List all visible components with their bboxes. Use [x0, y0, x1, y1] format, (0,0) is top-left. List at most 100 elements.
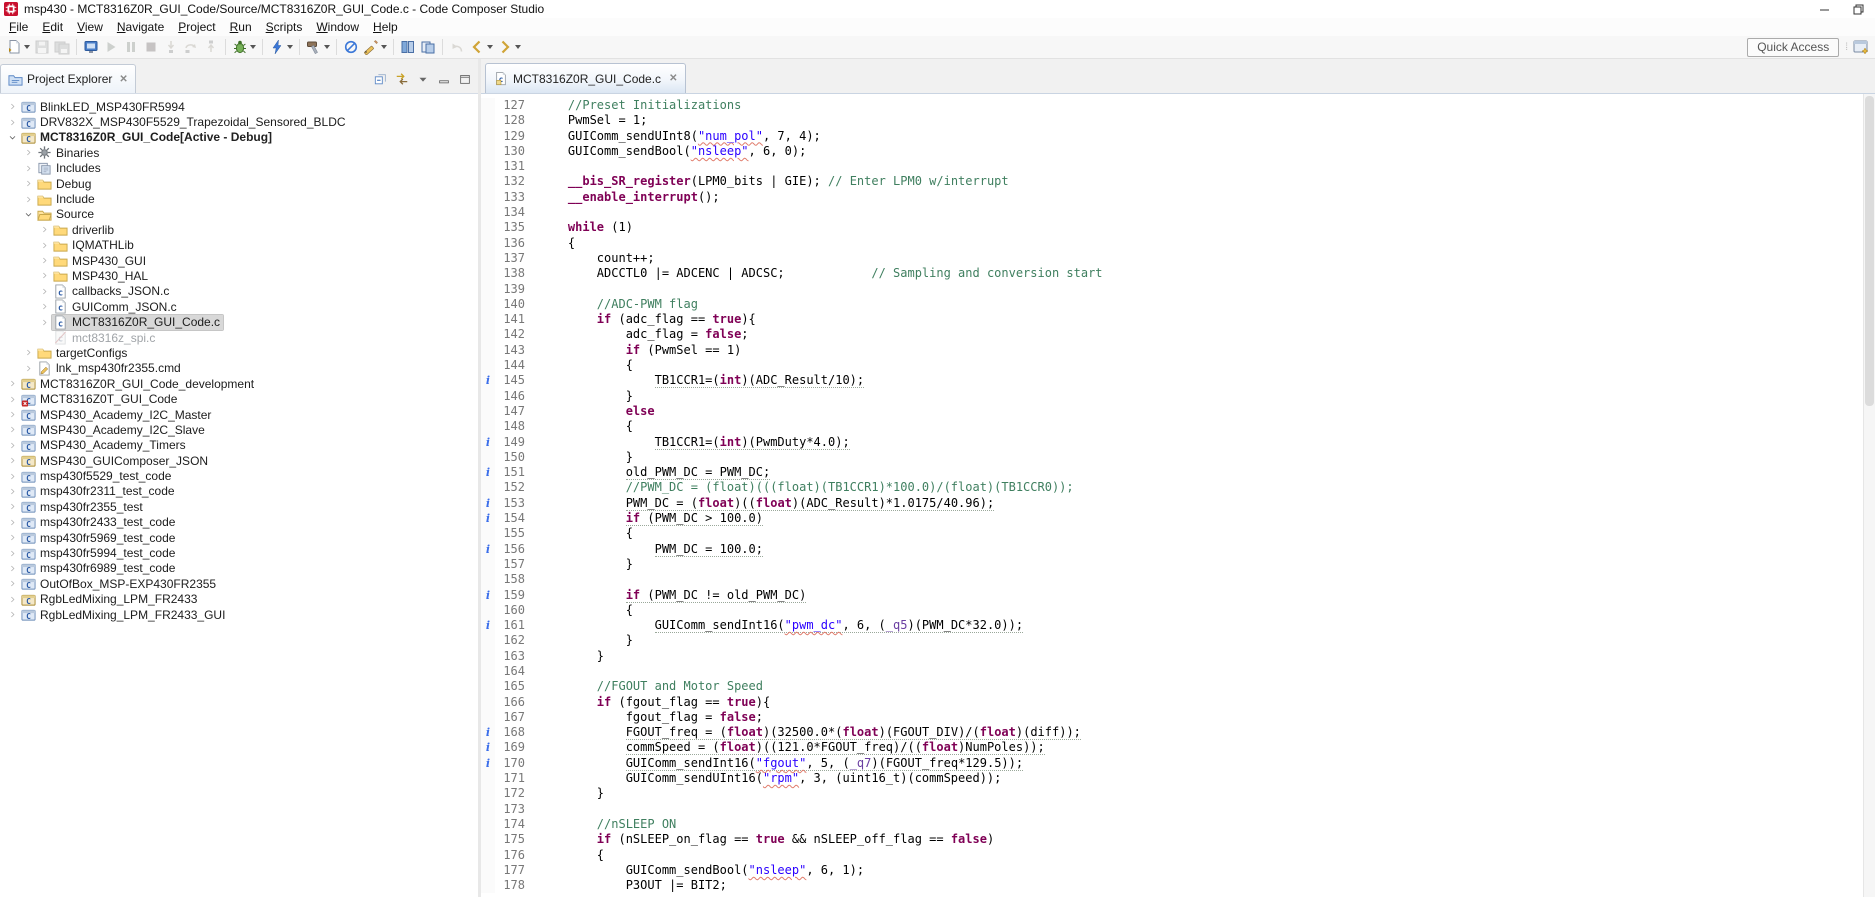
tree-item-msp430fr5994-test-code[interactable]: Cmsp430fr5994_test_code — [0, 545, 478, 560]
menu-file[interactable]: File — [2, 19, 35, 35]
tree-item-outofbox-msp-exp430fr2355[interactable]: COutOfBox_MSP-EXP430FR2355 — [0, 576, 478, 591]
link-with-editor-icon[interactable] — [395, 72, 409, 86]
new-target-configuration-button[interactable] — [341, 37, 361, 57]
quick-access-button[interactable]: Quick Access — [1747, 38, 1839, 57]
view-menu-icon[interactable] — [416, 72, 430, 86]
forward-button[interactable] — [495, 37, 523, 57]
chevron-right-icon[interactable] — [20, 179, 36, 188]
chevron-right-icon[interactable] — [36, 287, 52, 296]
code-line[interactable]: i154 if (PWM_DC > 100.0) — [481, 511, 1863, 526]
code-line[interactable]: i161 GUIComm_sendInt16("pwm_dc", 6, (_q5… — [481, 618, 1863, 633]
code-line[interactable]: 164 — [481, 664, 1863, 679]
tree-item-msp430fr2311-test-code[interactable]: Cmsp430fr2311_test_code — [0, 484, 478, 499]
code-line[interactable]: i145 TB1CCR1=(int)(ADC_Result/10); — [481, 373, 1863, 388]
code-line[interactable]: 152 //PWM_DC = (float)(((float)(TB1CCR1)… — [481, 480, 1863, 495]
tree-item-msp430fr2355-test[interactable]: Cmsp430fr2355_test — [0, 499, 478, 514]
debug-button[interactable] — [230, 37, 258, 57]
chevron-right-icon[interactable] — [4, 610, 20, 619]
chevron-right-icon[interactable] — [20, 348, 36, 357]
code-line[interactable]: 158 — [481, 572, 1863, 587]
code-line[interactable]: 129 GUIComm_sendUInt8("num_pol", 7, 4); — [481, 129, 1863, 144]
code-line[interactable]: 166 if (fgout_flag == true){ — [481, 695, 1863, 710]
chevron-right-icon[interactable] — [36, 271, 52, 280]
debug-view-button[interactable] — [81, 37, 101, 57]
code-line[interactable]: 131 — [481, 159, 1863, 174]
chevron-right-icon[interactable] — [4, 564, 20, 573]
code-line[interactable]: 143 if (PwmSel == 1) — [481, 343, 1863, 358]
build-button[interactable] — [304, 37, 332, 57]
minimize-icon[interactable] — [437, 72, 451, 86]
code-line[interactable]: i149 TB1CCR1=(int)(PwmDuty*4.0); — [481, 435, 1863, 450]
dropdown-arrow-icon[interactable] — [250, 45, 256, 49]
tree-item-msp430-hal[interactable]: MSP430_HAL — [0, 268, 478, 283]
tree-item-mct8316z0r-gui-code-development[interactable]: CMCT8316Z0R_GUI_Code_development — [0, 376, 478, 391]
tree-item-msp430fr2433-test-code[interactable]: Cmsp430fr2433_test_code — [0, 515, 478, 530]
menu-window[interactable]: Window — [309, 19, 366, 35]
tree-item-guicomm-json-c[interactable]: cGUIComm_JSON.c — [0, 299, 478, 314]
chevron-right-icon[interactable] — [36, 318, 52, 327]
code-line[interactable]: 172 } — [481, 786, 1863, 801]
code-line[interactable]: i169 commSpeed = (float)((121.0*FGOUT_fr… — [481, 740, 1863, 755]
tree-item-rgbledmixing-lpm-fr2433-gui[interactable]: CRgbLedMixing_LPM_FR2433_GUI — [0, 607, 478, 622]
flash-button[interactable] — [267, 37, 295, 57]
chevron-right-icon[interactable] — [4, 533, 20, 542]
code-line[interactable]: 136 { — [481, 236, 1863, 251]
menu-help[interactable]: Help — [366, 19, 405, 35]
code-line[interactable]: 162 } — [481, 633, 1863, 648]
code-line[interactable]: 134 — [481, 205, 1863, 220]
code-line[interactable]: 146 } — [481, 389, 1863, 404]
code-line[interactable]: 155 { — [481, 526, 1863, 541]
editor-tab-close-icon[interactable]: ✕ — [669, 73, 677, 84]
editor-scrollbar[interactable] — [1863, 94, 1875, 897]
code-line[interactable]: 173 — [481, 802, 1863, 817]
chevron-right-icon[interactable] — [4, 379, 20, 388]
tree-item-include[interactable]: Include — [0, 191, 478, 206]
tree-item-msp430-guicomposer-json[interactable]: CMSP430_GUIComposer_JSON — [0, 453, 478, 468]
menu-project[interactable]: Project — [171, 19, 222, 35]
code-editor[interactable]: 127 //Preset Initializations128 PwmSel =… — [481, 94, 1863, 897]
tree-item-mct8316z0r-gui-code[interactable]: CMCT8316Z0R_GUI_Code [Active - Debug] — [0, 130, 478, 145]
code-line[interactable]: i153 PWM_DC = (float)((float)(ADC_Result… — [481, 496, 1863, 511]
chevron-right-icon[interactable] — [4, 579, 20, 588]
code-line[interactable]: 130 GUIComm_sendBool("nsleep", 6, 0); — [481, 144, 1863, 159]
tree-item-msp430fr5969-test-code[interactable]: Cmsp430fr5969_test_code — [0, 530, 478, 545]
tree-item-blinkled-msp430fr5994[interactable]: CBlinkLED_MSP430FR5994 — [0, 99, 478, 114]
code-line[interactable]: 167 fgout_flag = false; — [481, 710, 1863, 725]
chevron-right-icon[interactable] — [20, 195, 36, 204]
menu-edit[interactable]: Edit — [35, 19, 70, 35]
code-line[interactable]: i170 GUIComm_sendInt16("fgout", 5, (_q7)… — [481, 756, 1863, 771]
chevron-right-icon[interactable] — [4, 410, 20, 419]
tree-item-debug[interactable]: Debug — [0, 176, 478, 191]
chevron-right-icon[interactable] — [36, 225, 52, 234]
tree-item-includes[interactable]: Includes — [0, 161, 478, 176]
menu-run[interactable]: Run — [223, 19, 259, 35]
tree-item-mct8316z0r-gui-code-c[interactable]: cMCT8316Z0R_GUI_Code.c — [0, 314, 478, 329]
code-line[interactable]: 178 P3OUT |= BIT2; — [481, 878, 1863, 893]
tree-item-driverlib[interactable]: driverlib — [0, 222, 478, 237]
code-line[interactable]: 133 __enable_interrupt(); — [481, 190, 1863, 205]
perspective-ccs-edit-icon[interactable] — [1853, 39, 1869, 55]
new-button[interactable] — [4, 37, 32, 57]
code-line[interactable]: i168 FGOUT_freq = (float)(32500.0*(float… — [481, 725, 1863, 740]
code-line[interactable]: 135 while (1) — [481, 220, 1863, 235]
chevron-right-icon[interactable] — [4, 518, 20, 527]
code-line[interactable]: 137 count++; — [481, 251, 1863, 266]
code-line[interactable]: 144 { — [481, 358, 1863, 373]
tree-item-callbacks-json-c[interactable]: ccallbacks_JSON.c — [0, 284, 478, 299]
chevron-right-icon[interactable] — [4, 502, 20, 511]
chevron-right-icon[interactable] — [36, 241, 52, 250]
chevron-right-icon[interactable] — [4, 595, 20, 604]
dropdown-arrow-icon[interactable] — [324, 45, 330, 49]
collapse-all-icon[interactable] — [374, 72, 388, 86]
code-line[interactable]: 163 } — [481, 649, 1863, 664]
code-line[interactable]: 175 if (nSLEEP_on_flag == true && nSLEEP… — [481, 832, 1863, 847]
tree-item-source[interactable]: Source — [0, 207, 478, 222]
chevron-right-icon[interactable] — [4, 487, 20, 496]
editor-scrollbar-thumb[interactable] — [1865, 96, 1874, 406]
code-line[interactable]: 147 else — [481, 404, 1863, 419]
tree-item-mct8316z0t-gui-code[interactable]: CMCT8316Z0T_GUI_Code — [0, 391, 478, 406]
restore-button[interactable] — [1841, 0, 1875, 18]
tree-item-msp430-gui[interactable]: MSP430_GUI — [0, 253, 478, 268]
code-line[interactable]: 139 — [481, 282, 1863, 297]
minimize-button[interactable] — [1807, 0, 1841, 18]
